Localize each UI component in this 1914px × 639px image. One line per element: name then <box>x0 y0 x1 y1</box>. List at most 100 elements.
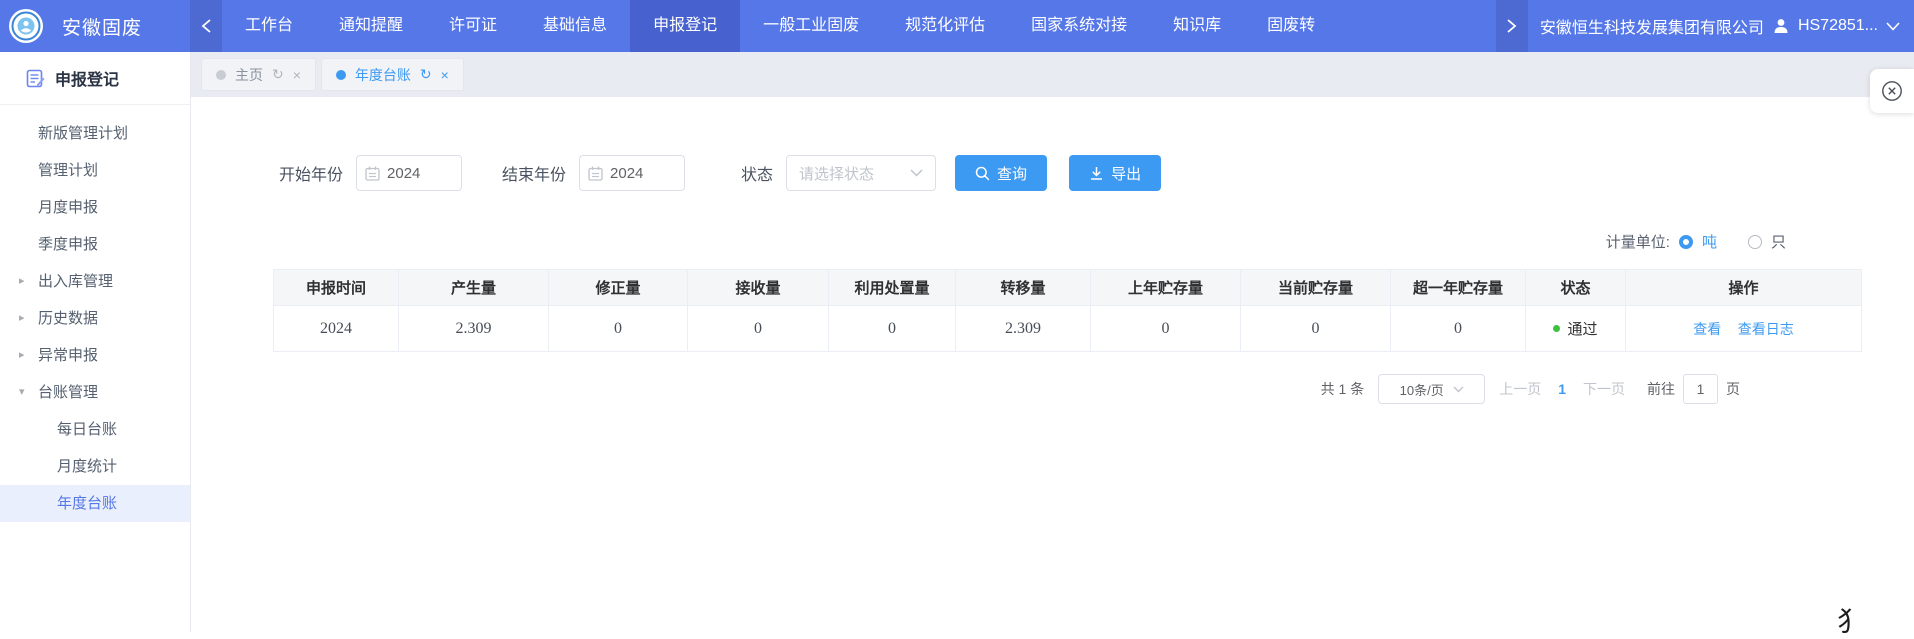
page-unit-label: 页 <box>1726 379 1740 399</box>
radio-ton-label[interactable]: 吨 <box>1702 231 1717 252</box>
tab-status-dot <box>216 70 226 80</box>
calendar-icon <box>588 166 603 181</box>
radio-piece[interactable] <box>1748 235 1762 249</box>
nav-item-workbench[interactable]: 工作台 <box>222 0 316 52</box>
nav-item-basic-info[interactable]: 基础信息 <box>520 0 630 52</box>
corner-widget-glyph[interactable]: 犭 <box>1837 600 1864 639</box>
nav-item-general-industrial-waste[interactable]: 一般工业固废 <box>740 0 882 52</box>
end-year-picker[interactable] <box>579 155 685 191</box>
search-button[interactable]: 查询 <box>955 155 1047 191</box>
chevron-left-icon <box>201 18 212 34</box>
sidebar-title: 申报登记 <box>55 66 119 90</box>
download-icon <box>1089 166 1104 181</box>
chevron-down-icon <box>1453 386 1464 393</box>
cell-generated: 2.309 <box>399 306 549 352</box>
prev-page-button[interactable]: 上一页 <box>1499 379 1541 399</box>
status-select[interactable]: 请选择状态 <box>786 155 936 191</box>
goto-page-input[interactable] <box>1683 374 1718 404</box>
export-button[interactable]: 导出 <box>1069 155 1161 191</box>
tab-status-dot <box>336 70 346 80</box>
radio-ton[interactable] <box>1679 235 1693 249</box>
content-panel: 开始年份 结束年份 <box>191 97 1914 632</box>
goto-label: 前往 <box>1647 379 1675 399</box>
status-text: 通过 <box>1567 318 1597 339</box>
sidebar-item-monthly-declaration[interactable]: 月度申报 <box>0 189 190 226</box>
export-button-label: 导出 <box>1111 163 1141 184</box>
nav-item-license[interactable]: 许可证 <box>426 0 520 52</box>
status-label: 状态 <box>741 161 773 185</box>
sidebar-item-daily-ledger[interactable]: 每日台账 <box>0 411 190 448</box>
col-corrected: 修正量 <box>549 270 688 306</box>
total-count: 共 1 条 <box>1321 379 1365 399</box>
end-year-label: 结束年份 <box>502 161 566 185</box>
tab-bar: 主页 ↻ × 年度台账 ↻ × <box>191 52 1914 97</box>
page-size-value: 10条/页 <box>1400 380 1444 399</box>
unit-row: 计量单位: 吨 只 <box>191 231 1914 252</box>
caret-right-icon: ▸ <box>19 300 25 337</box>
main-nav: 工作台 通知提醒 许可证 基础信息 申报登记 一般工业固废 规范化评估 国家系统… <box>222 0 1496 52</box>
caret-right-icon: ▸ <box>19 263 25 300</box>
nav-item-national-system[interactable]: 国家系统对接 <box>1008 0 1150 52</box>
tab-home[interactable]: 主页 ↻ × <box>201 58 316 91</box>
sidebar-item-ledger-management[interactable]: ▾台账管理 <box>0 374 190 411</box>
nav-scroll-left-button[interactable] <box>190 0 222 52</box>
cell-prev-year-storage: 0 <box>1091 306 1241 352</box>
page-number-1[interactable]: 1 <box>1555 381 1569 397</box>
sidebar-item-abnormal-declaration[interactable]: ▸异常申报 <box>0 337 190 374</box>
sidebar-header: 申报登记 <box>0 52 190 105</box>
cell-received: 0 <box>688 306 829 352</box>
company-name: 安徽恒生科技发展集团有限公司 <box>1540 14 1764 38</box>
close-icon[interactable]: × <box>441 67 449 83</box>
col-actions: 操作 <box>1626 270 1862 306</box>
user-area: 安徽恒生科技发展集团有限公司 HS72851... <box>1528 14 1914 38</box>
unit-label: 计量单位: <box>1606 231 1670 252</box>
annual-ledger-table: 申报时间 产生量 修正量 接收量 利用处置量 转移量 上年贮存量 当前贮存量 超… <box>273 269 1862 352</box>
sidebar-item-monthly-stats[interactable]: 月度统计 <box>0 448 190 485</box>
username[interactable]: HS72851... <box>1798 17 1878 35</box>
sidebar-item-new-management-plan[interactable]: 新版管理计划 <box>0 115 190 152</box>
app-title: 安徽固废 <box>44 13 190 40</box>
nav-item-declaration[interactable]: 申报登记 <box>630 0 740 52</box>
close-icon[interactable]: × <box>293 67 301 83</box>
calendar-icon <box>365 166 380 181</box>
sidebar-item-management-plan[interactable]: 管理计划 <box>0 152 190 189</box>
sidebar-item-inout-warehouse[interactable]: ▸出入库管理 <box>0 263 190 300</box>
view-link[interactable]: 查看 <box>1693 321 1721 337</box>
view-log-link[interactable]: 查看日志 <box>1738 321 1794 337</box>
nav-item-standardization-assessment[interactable]: 规范化评估 <box>882 0 1008 52</box>
cell-declare-time: 2024 <box>274 306 399 352</box>
radio-piece-label[interactable]: 只 <box>1771 231 1786 252</box>
app-logo <box>8 8 44 44</box>
nav-scroll-right-button[interactable] <box>1496 0 1528 52</box>
next-page-button[interactable]: 下一页 <box>1583 379 1625 399</box>
col-prev-year-storage: 上年贮存量 <box>1091 270 1241 306</box>
sidebar-menu: 新版管理计划 管理计划 月度申报 季度申报 ▸出入库管理 ▸ 历史数据 ▸异常申报… <box>0 105 190 522</box>
refresh-icon[interactable]: ↻ <box>272 66 284 83</box>
status-dot-icon <box>1553 325 1560 332</box>
page-layout: 申报登记 新版管理计划 管理计划 月度申报 季度申报 ▸出入库管理 ▸ 历史数据 … <box>0 52 1914 632</box>
nav-item-waste-transfer[interactable]: 固废转 <box>1244 0 1321 52</box>
status-placeholder: 请选择状态 <box>799 163 874 184</box>
tab-annual-ledger[interactable]: 年度台账 ↻ × <box>321 58 464 91</box>
col-utilized-disposed: 利用处置量 <box>829 270 956 306</box>
sidebar-item-label: 台账管理 <box>38 384 98 401</box>
page-size-select[interactable]: 10条/页 <box>1378 374 1485 404</box>
refresh-icon[interactable]: ↻ <box>420 66 432 83</box>
tab-label: 主页 <box>235 65 263 85</box>
nav-item-knowledge-base[interactable]: 知识库 <box>1150 0 1244 52</box>
pagination: 共 1 条 10条/页 上一页 1 下一页 前往 页 <box>191 374 1914 404</box>
sidebar-item-history-data[interactable]: ▸ 历史数据 <box>0 300 190 337</box>
top-navbar: 安徽固废 工作台 通知提醒 许可证 基础信息 申报登记 一般工业固废 规范化评估… <box>0 0 1914 52</box>
panel-close-button[interactable] <box>1870 69 1914 113</box>
user-menu-chevron-down-icon[interactable] <box>1886 22 1900 31</box>
sidebar-item-label: 历史数据 <box>38 310 98 327</box>
start-year-label: 开始年份 <box>279 161 343 185</box>
end-year-input[interactable] <box>610 165 670 182</box>
sidebar-item-annual-ledger[interactable]: 年度台账 <box>0 485 190 522</box>
sidebar-item-quarterly-declaration[interactable]: 季度申报 <box>0 226 190 263</box>
col-status: 状态 <box>1526 270 1626 306</box>
start-year-input[interactable] <box>387 165 447 182</box>
caret-right-icon: ▸ <box>19 337 25 374</box>
start-year-picker[interactable] <box>356 155 462 191</box>
nav-item-notifications[interactable]: 通知提醒 <box>316 0 426 52</box>
